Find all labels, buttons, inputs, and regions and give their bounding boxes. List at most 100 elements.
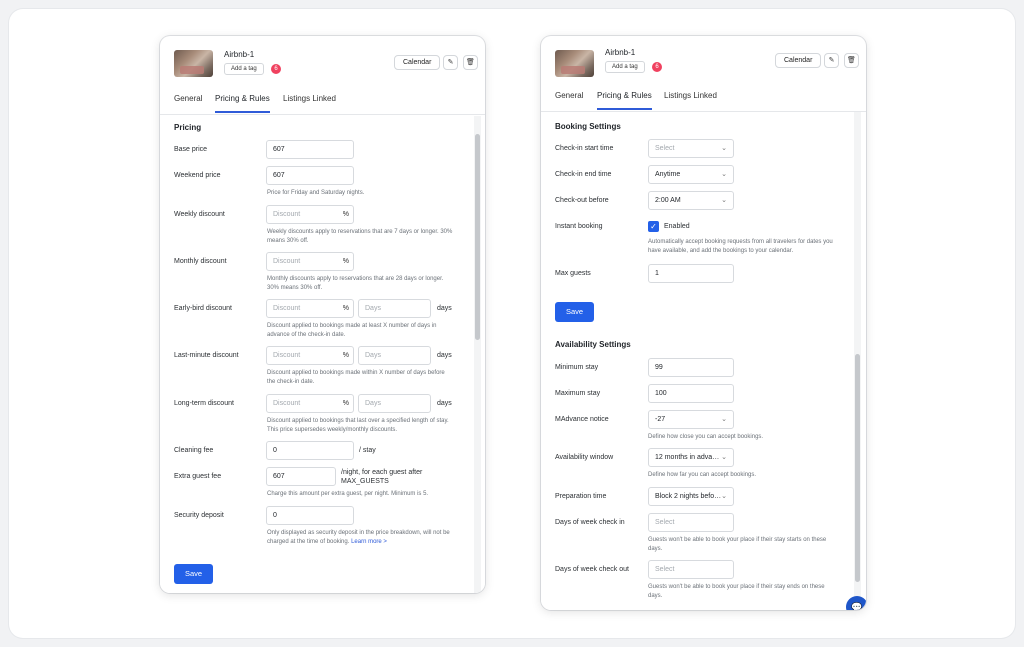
weekend-price-label: Weekend price	[174, 172, 221, 179]
scrollbar-thumb[interactable]	[855, 354, 860, 582]
security-deposit-input[interactable]: 0	[266, 506, 354, 525]
calendar-button[interactable]: Calendar	[775, 53, 822, 68]
checkin-end-value: Anytime	[655, 171, 681, 178]
early-bird-discount-input[interactable]: Discount%	[266, 299, 354, 318]
save-booking-button[interactable]: Save	[555, 302, 594, 322]
early-bird-placeholder: Discount	[273, 305, 301, 312]
checkin-end-select[interactable]: Anytime ⌄	[648, 165, 734, 184]
chevron-down-icon: ⌄	[721, 197, 727, 204]
tab-general[interactable]: General	[174, 94, 202, 111]
days-check-out-select[interactable]: Select	[648, 560, 734, 579]
trash-icon: 🗑	[847, 57, 856, 64]
availability-window-help: Define how far you can accept bookings.	[648, 472, 757, 478]
maximum-stay-input[interactable]: 100	[648, 384, 734, 403]
calendar-button[interactable]: Calendar	[394, 55, 441, 70]
monthly-discount-label: Monthly discount	[174, 258, 227, 265]
last-minute-help: Discount applied to bookings made within…	[267, 370, 445, 385]
cleaning-fee-input[interactable]: 0	[266, 441, 354, 460]
tab-pricing-rules[interactable]: Pricing & Rules	[597, 91, 652, 110]
long-term-discount-input[interactable]: Discount%	[266, 394, 354, 413]
preparation-time-label: Preparation time	[555, 493, 607, 500]
early-bird-help: Discount applied to bookings made at lea…	[267, 323, 437, 338]
weekly-discount-help: Weekly discounts apply to reservations t…	[267, 229, 453, 244]
chat-icon: 💬	[851, 602, 863, 610]
weekly-discount-input[interactable]: Discount%	[266, 205, 354, 224]
add-tag-button[interactable]: Add a tag	[224, 63, 264, 75]
listing-thumbnail[interactable]	[555, 50, 594, 77]
days-check-out-label: Days of week check out	[555, 566, 629, 573]
checkin-start-value: Select	[655, 145, 675, 152]
listing-thumbnail[interactable]	[174, 50, 213, 77]
days-check-in-help: Guests won't be able to book your place …	[648, 537, 827, 552]
tab-bar: General Pricing & Rules Listings Linked	[541, 86, 866, 112]
monthly-discount-input[interactable]: Discount%	[266, 252, 354, 271]
percent-unit: %	[342, 258, 349, 265]
checkout-before-select[interactable]: 2:00 AM ⌄	[648, 191, 734, 210]
preparation-time-value: Block 2 nights befo…	[655, 493, 722, 500]
cleaning-fee-label: Cleaning fee	[174, 447, 214, 454]
instant-booking-value: Enabled	[664, 223, 690, 230]
availability-window-label: Availability window	[555, 454, 614, 461]
edit-button[interactable]: ✎	[824, 53, 839, 68]
learn-more-link[interactable]: Learn more >	[351, 539, 387, 545]
max-guests-input[interactable]: 1	[648, 264, 734, 283]
long-term-days-input[interactable]: Days	[358, 394, 431, 413]
percent-unit: %	[342, 211, 349, 218]
days-check-in-select[interactable]: Select	[648, 513, 734, 532]
early-bird-label: Early-bird discount	[174, 305, 232, 312]
base-price-label: Base price	[174, 146, 208, 153]
checkin-end-label: Check-in end time	[555, 171, 612, 178]
base-price-input[interactable]: 607	[266, 140, 354, 159]
last-minute-placeholder: Discount	[273, 352, 301, 359]
instant-booking-label: Instant booking	[555, 223, 603, 230]
days-check-in-label: Days of week check in	[555, 519, 625, 526]
last-minute-discount-input[interactable]: Discount%	[266, 346, 354, 365]
preparation-time-select[interactable]: Block 2 nights befo… ⌄	[648, 487, 734, 506]
checkout-before-value: 2:00 AM	[655, 197, 681, 204]
chevron-down-icon: ⌄	[721, 493, 727, 500]
chevron-down-icon: ⌄	[721, 145, 727, 152]
delete-button[interactable]: 🗑	[844, 53, 859, 68]
save-pricing-button[interactable]: Save	[174, 564, 213, 584]
checkin-start-select[interactable]: Select ⌄	[648, 139, 734, 158]
listing-panel-booking: Airbnb-1 Add a tag 6 Calendar ✎ 🗑 Genera…	[541, 36, 866, 610]
weekly-discount-label: Weekly discount	[174, 211, 225, 218]
edit-button[interactable]: ✎	[443, 55, 458, 70]
extra-guest-fee-input[interactable]: 607	[266, 467, 336, 486]
availability-window-value: 12 months in adva…	[655, 454, 720, 461]
section-title-pricing: Pricing	[174, 123, 202, 132]
tab-listings-linked[interactable]: Listings Linked	[664, 91, 717, 108]
availability-window-select[interactable]: 12 months in adva… ⌄	[648, 448, 734, 467]
long-term-label: Long-term discount	[174, 400, 234, 407]
minimum-stay-input[interactable]: 99	[648, 358, 734, 377]
tab-listings-linked[interactable]: Listings Linked	[283, 94, 336, 111]
listing-status-badge[interactable]: 6	[652, 62, 662, 72]
weekend-price-input[interactable]: 607	[266, 166, 354, 185]
tab-bar: General Pricing & Rules Listings Linked	[160, 89, 485, 115]
days-check-out-help: Guests won't be able to book your place …	[648, 584, 825, 599]
listing-status-badge[interactable]: 6	[271, 64, 281, 74]
chat-widget-button[interactable]: 💬	[846, 596, 866, 610]
section-title-availability: Availability Settings	[555, 340, 631, 349]
long-term-days-label: days	[437, 400, 452, 407]
listing-name: Airbnb-1	[605, 48, 636, 57]
add-tag-button[interactable]: Add a tag	[605, 61, 645, 73]
extra-guest-fee-help: Charge this amount per extra guest, per …	[267, 491, 429, 497]
checkmark-icon: ✓	[650, 222, 657, 231]
instant-booking-checkbox[interactable]: ✓	[648, 221, 659, 232]
percent-unit: %	[342, 352, 349, 359]
delete-button[interactable]: 🗑	[463, 55, 478, 70]
scrollbar-thumb[interactable]	[475, 134, 480, 340]
advance-notice-value: -27	[655, 416, 666, 423]
last-minute-days-input[interactable]: Days	[358, 346, 431, 365]
last-minute-label: Last-minute discount	[174, 352, 239, 359]
maximum-stay-label: Maximum stay	[555, 390, 601, 397]
tab-general[interactable]: General	[555, 91, 583, 108]
monthly-discount-help: Monthly discounts apply to reservations …	[267, 276, 444, 291]
advance-notice-select[interactable]: -27 ⌄	[648, 410, 734, 429]
early-bird-days-input[interactable]: Days	[358, 299, 431, 318]
tab-pricing-rules[interactable]: Pricing & Rules	[215, 94, 270, 113]
advance-notice-label: MAdvance notice	[555, 416, 609, 423]
security-deposit-label: Security deposit	[174, 512, 224, 519]
security-deposit-help: Only displayed as security deposit in th…	[267, 530, 450, 545]
